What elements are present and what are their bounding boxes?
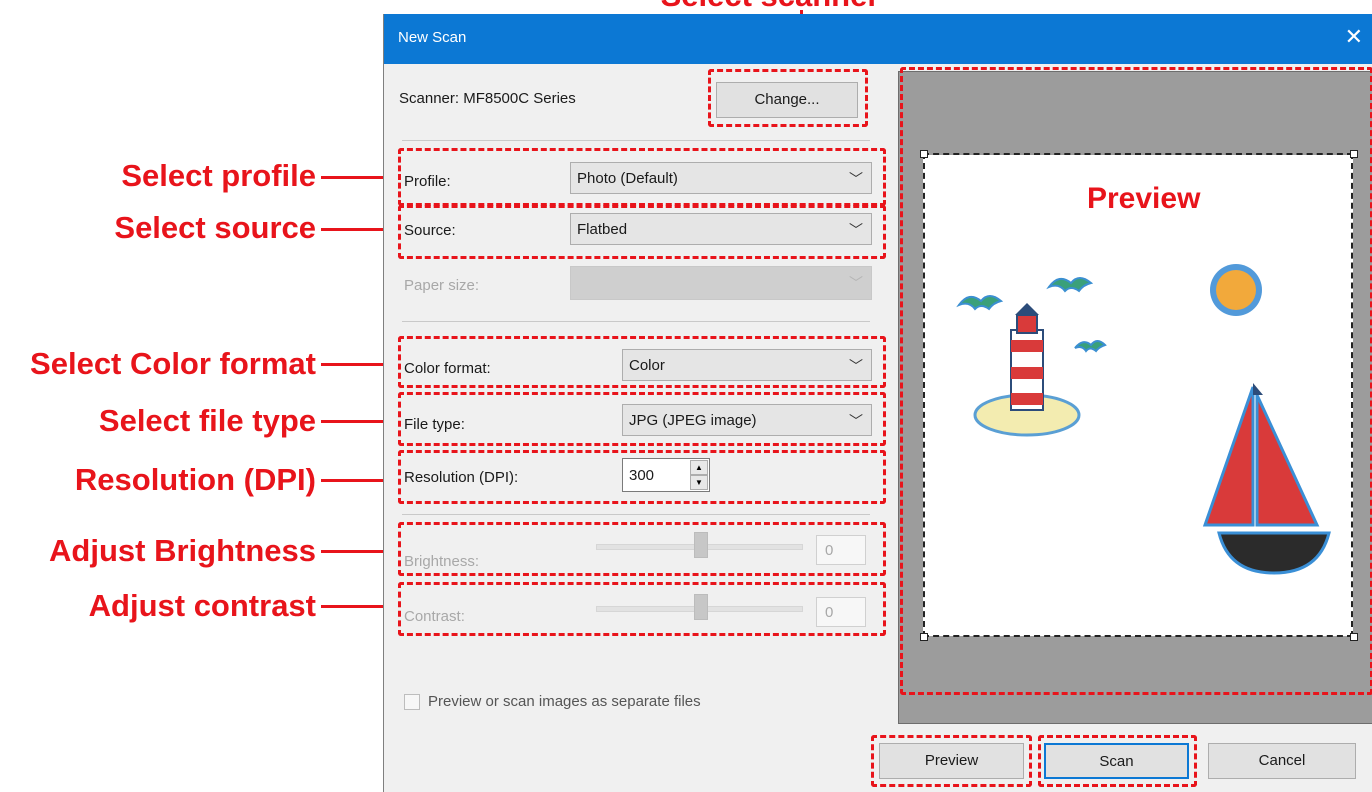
separator [402,514,870,515]
dialog-title: New Scan [398,29,467,46]
annotation-adjust-contrast: Adjust contrast [88,588,316,623]
annotation-select-file-type: Select file type [98,403,316,438]
annotation-box-profile [398,148,886,206]
close-icon[interactable]: ✕ [1345,24,1363,50]
separate-files-label: Preview or scan images as separate files [428,693,701,710]
annotation-select-scanner: Select scanner [600,0,940,11]
annotation-box-scan-button [1038,735,1197,787]
cancel-button[interactable]: Cancel [1208,743,1356,779]
annotation-select-color-format: Select Color format [30,346,316,381]
annotation-box-color-format [398,336,886,388]
paper-size-label: Paper size: [404,277,480,294]
dropdown-arrow-icon: ﹀ [849,275,863,291]
new-scan-dialog: New Scan ✕ Scanner: MF8500C Series Chang… [383,14,1372,792]
title-bar: New Scan ✕ [384,14,1372,64]
annotation-box-brightness [398,522,886,576]
annotation-select-profile: Select profile [121,158,316,193]
cancel-button-label: Cancel [1258,752,1306,769]
annotation-box-contrast [398,582,886,636]
annotation-adjust-brightness: Adjust Brightness [49,533,316,568]
annotation-box-preview-button [871,735,1032,787]
paper-size-select[interactable]: ﹀ [570,266,872,300]
annotation-box-source [398,205,886,259]
scanner-label: Scanner: MF8500C Series [399,90,576,107]
annotation-resolution: Resolution (DPI) [74,462,316,497]
separate-files-checkbox[interactable] [404,694,420,710]
annotation-box-resolution [398,450,886,504]
separator [402,321,870,322]
separator [402,140,870,141]
annotation-select-source: Select source [114,210,316,245]
annotation-box-preview [900,67,1372,695]
annotation-box-scanner [708,69,868,127]
annotation-box-file-type [398,392,886,446]
